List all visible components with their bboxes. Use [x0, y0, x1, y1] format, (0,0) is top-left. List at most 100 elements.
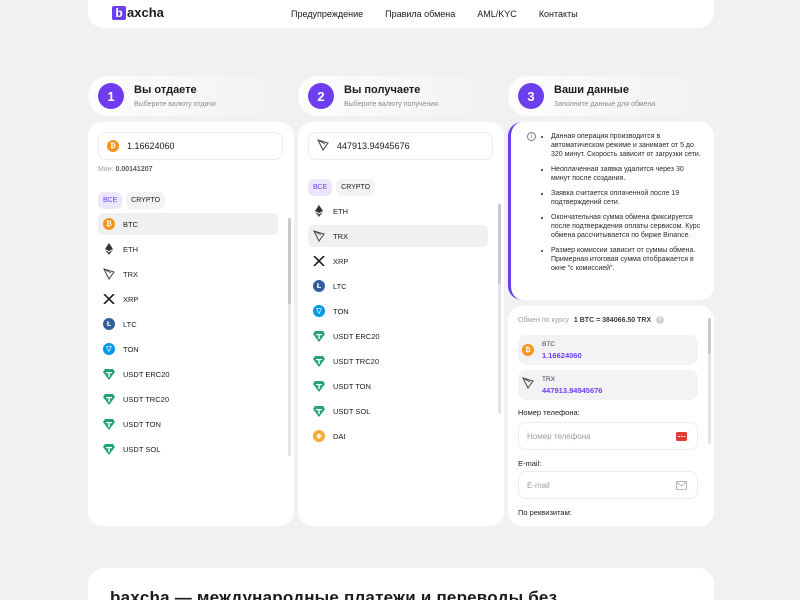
step-2-header: 2 Вы получаете Выберите валюту получения — [308, 76, 438, 116]
logo-mark: b — [112, 5, 126, 20]
receive-filters: ВСЕ CRYPTO — [308, 179, 376, 196]
nav-aml-kyc[interactable]: AML/KYC — [477, 9, 517, 19]
receive-list-scrollbar[interactable] — [498, 204, 501, 414]
give-amount-input[interactable]: ₿ 1.16624060 — [98, 132, 283, 160]
receive-panel: 447913.94945676 ВСЕ CRYPTO ETH TRX XRP Ł… — [298, 122, 504, 526]
give-coin-usdt-sol[interactable]: USDT SOL — [98, 438, 278, 460]
coin-label: TON — [333, 306, 349, 316]
min-amount: Мин: 0.00141207 — [98, 166, 153, 173]
step-3-title: Ваши данные — [554, 84, 629, 96]
email-placeholder: E-mail — [527, 480, 550, 490]
btc-icon: ₿ — [107, 140, 119, 152]
give-coin-usdt-trc20[interactable]: USDT TRC20 — [98, 388, 278, 410]
give-coin-trx[interactable]: TRX — [98, 263, 278, 285]
give-coin-ton[interactable]: ▽ TON — [98, 338, 278, 360]
coin-label: USDT ERC20 — [123, 369, 170, 379]
trx-icon — [317, 139, 329, 153]
give-list-scroll-thumb[interactable] — [288, 218, 291, 304]
info-item: Окончательная сумма обмена фиксируется п… — [551, 213, 701, 240]
usdt-icon — [313, 405, 325, 417]
trx-icon — [103, 268, 115, 280]
rate-label: Обмен по курсу — [518, 316, 569, 324]
give-coin-usdt-ton[interactable]: USDT TON — [98, 413, 278, 435]
give-coin-btc[interactable]: ₿ BTC — [98, 213, 278, 235]
receive-coin-dai[interactable]: ◈ DAI — [308, 425, 488, 447]
coin-label: USDT SOL — [123, 444, 161, 454]
give-coin-xrp[interactable]: XRP — [98, 288, 278, 310]
step-3-subtitle: Заполните данные для обмена — [554, 101, 656, 108]
step-3-header: 3 Ваши данные Заполните данные для обмен… — [518, 76, 655, 116]
summary-give-amount: 1.16624060 — [542, 350, 582, 360]
coin-label: USDT TRC20 — [333, 356, 379, 366]
requisites-label: По реквизитам: — [518, 508, 572, 517]
receive-coin-ton[interactable]: ▽ TON — [308, 300, 488, 322]
info-item: Данная операция производится в автоматич… — [551, 132, 701, 159]
phone-flag-icon — [676, 432, 687, 441]
ton-icon: ▽ — [313, 305, 325, 317]
info-item: Заявка считается оплаченной после 19 под… — [551, 189, 701, 207]
receive-coin-list: ETH TRX XRP Ł LTC ▽ TON USDT ERC20 USDT … — [308, 200, 488, 450]
coin-label: XRP — [333, 256, 349, 266]
receive-coin-ltc[interactable]: Ł LTC — [308, 275, 488, 297]
info-item: Неоплаченная заявка удалится через 30 ми… — [551, 165, 701, 183]
mail-icon — [676, 481, 687, 490]
give-list-scrollbar[interactable] — [288, 218, 291, 456]
give-coin-usdt-erc20[interactable]: USDT ERC20 — [98, 363, 278, 385]
details-panel: Обмен по курсу 1 BTC = 384066.50 TRX ? ₿… — [508, 306, 714, 526]
give-coin-eth[interactable]: ETH — [98, 238, 278, 260]
receive-coin-usdt-trc20[interactable]: USDT TRC20 — [308, 350, 488, 372]
coin-label: USDT TON — [123, 419, 161, 429]
rate-value: 1 BTC = 384066.50 TRX — [573, 316, 652, 324]
receive-list-scroll-thumb[interactable] — [498, 204, 501, 284]
summary-get-amount: 447913.94945676 — [542, 385, 603, 395]
usdt-icon — [313, 355, 325, 367]
step-3-number: 3 — [518, 83, 544, 109]
btc-icon: ₿ — [522, 344, 534, 356]
give-filter-all[interactable]: ВСЕ — [98, 192, 123, 209]
coin-label: USDT TON — [333, 381, 371, 391]
ltc-icon: Ł — [103, 318, 115, 330]
receive-amount-value: 447913.94945676 — [337, 141, 410, 151]
email-input[interactable]: E-mail — [518, 471, 698, 499]
help-icon[interactable]: ? — [656, 316, 665, 324]
receive-filter-all[interactable]: ВСЕ — [308, 179, 333, 196]
receive-coin-eth[interactable]: ETH — [308, 200, 488, 222]
summary-give-card: ₿ BTC 1.16624060 — [518, 335, 698, 365]
dai-icon: ◈ — [313, 430, 325, 442]
phone-placeholder: Номер телефона — [527, 431, 591, 441]
summary-give-coin: BTC — [542, 340, 555, 348]
nav-exchange-rules[interactable]: Правила обмена — [385, 9, 455, 19]
coin-label: TRX — [333, 231, 348, 241]
logo[interactable]: b axcha — [112, 5, 164, 20]
coin-label: ETH — [123, 244, 138, 254]
receive-coin-usdt-ton[interactable]: USDT TON — [308, 375, 488, 397]
nav-contacts[interactable]: Контакты — [539, 9, 578, 19]
receive-coin-xrp[interactable]: XRP — [308, 250, 488, 272]
receive-coin-usdt-erc20[interactable]: USDT ERC20 — [308, 325, 488, 347]
top-navbar: b axcha Предупреждение Правила обмена AM… — [88, 0, 714, 28]
usdt-icon — [103, 368, 115, 380]
coin-label: USDT TRC20 — [123, 394, 169, 404]
phone-label: Номер телефона: — [518, 408, 580, 417]
step-1-subtitle: Выберите валюту отдачи — [134, 101, 216, 108]
info-icon: i — [527, 132, 536, 141]
coin-label: ETH — [333, 206, 348, 216]
usdt-icon — [103, 443, 115, 455]
give-filter-crypto[interactable]: CRYPTO — [126, 192, 166, 209]
nav-warning[interactable]: Предупреждение — [291, 9, 363, 19]
receive-coin-usdt-sol[interactable]: USDT SOL — [308, 400, 488, 422]
give-amount-value: 1.16624060 — [127, 141, 175, 151]
info-item: Размер комиссии зависит от суммы обмена.… — [551, 246, 701, 273]
xrp-icon — [313, 255, 325, 267]
trx-icon — [522, 376, 534, 394]
receive-coin-trx[interactable]: TRX — [308, 225, 488, 247]
receive-filter-crypto[interactable]: CRYPTO — [336, 179, 376, 196]
min-amount-value: 0.00141207 — [115, 166, 153, 173]
details-scrollbar[interactable] — [708, 318, 711, 444]
details-scroll-thumb[interactable] — [708, 318, 711, 354]
receive-amount-input[interactable]: 447913.94945676 — [308, 132, 493, 160]
phone-input[interactable]: Номер телефона — [518, 422, 698, 450]
give-coin-ltc[interactable]: Ł LTC — [98, 313, 278, 335]
coin-label: TRX — [123, 269, 138, 279]
usdt-icon — [103, 418, 115, 430]
